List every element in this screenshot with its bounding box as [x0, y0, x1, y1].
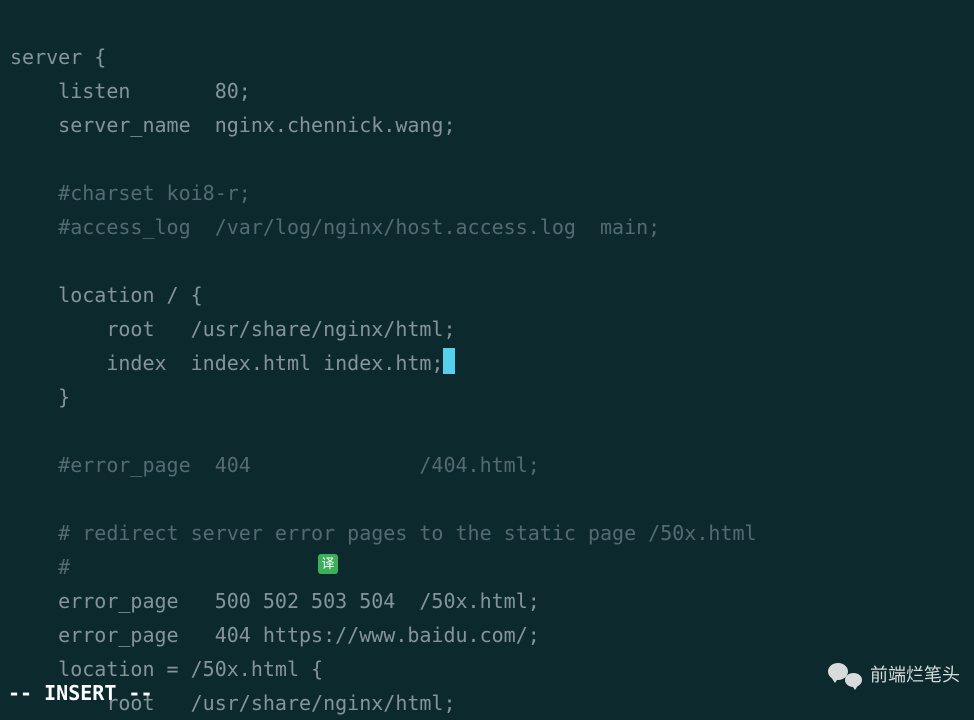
- code-comment: #error_page 404 /404.html;: [10, 453, 540, 477]
- translate-badge[interactable]: 译: [318, 554, 338, 574]
- code-comment: #charset koi8-r;: [10, 181, 251, 205]
- watermark: 前端烂笔头: [828, 658, 960, 692]
- code-line: server_name nginx.chennick.wang;: [10, 113, 456, 137]
- watermark-text: 前端烂笔头: [870, 658, 960, 692]
- code-line: index index.html index.htm;: [10, 351, 455, 375]
- code-line: error_page 500 502 503 504 /50x.html;: [10, 589, 540, 613]
- code-line: }: [10, 385, 70, 409]
- code-comment: #access_log /var/log/nginx/host.access.l…: [10, 215, 660, 239]
- code-line: location / {: [10, 283, 203, 307]
- code-line: listen 80;: [10, 79, 251, 103]
- code-comment: #: [10, 555, 70, 579]
- vim-mode-status: -- INSERT --: [8, 676, 153, 710]
- wechat-icon: [828, 661, 862, 689]
- text-cursor: [443, 348, 455, 374]
- code-line: error_page 404 https://www.baidu.com/;: [10, 623, 540, 647]
- code-line: root /usr/share/nginx/html;: [10, 317, 456, 341]
- code-comment: # redirect server error pages to the sta…: [10, 521, 757, 545]
- code-editor[interactable]: server { listen 80; server_name nginx.ch…: [0, 0, 974, 720]
- code-line: server {: [10, 45, 106, 69]
